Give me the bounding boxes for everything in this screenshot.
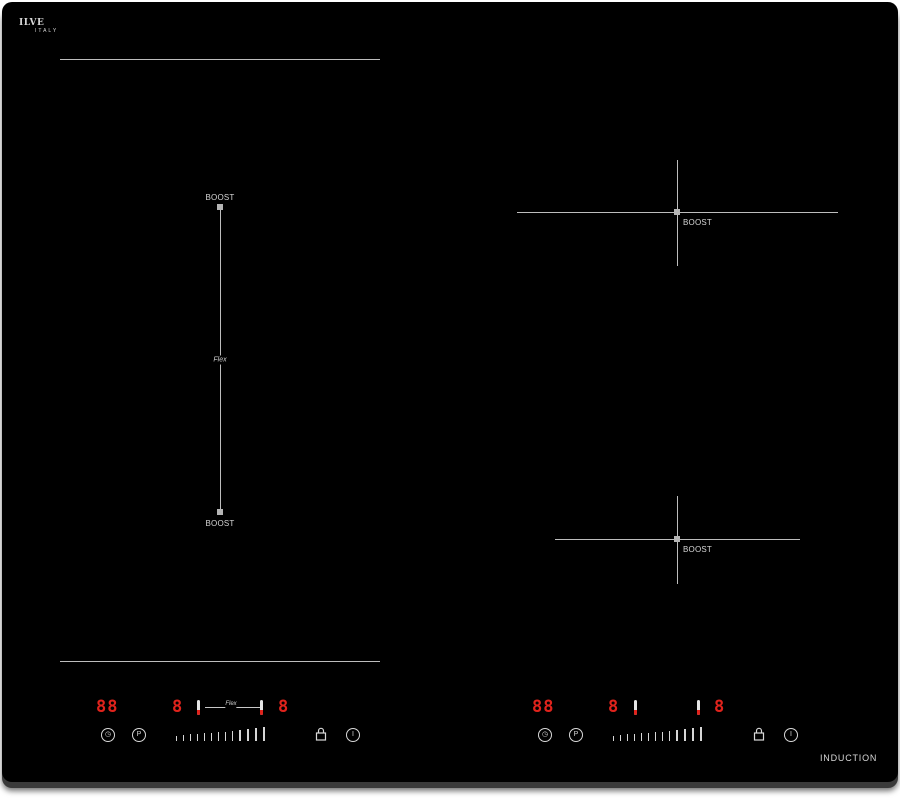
slider-tick <box>190 734 191 741</box>
right-timer-button[interactable]: ◷ <box>538 728 552 742</box>
slider-tick <box>620 735 621 741</box>
slider-tick <box>204 733 205 741</box>
left-timer-button[interactable]: ◷ <box>101 728 115 742</box>
left-zone-b-display: 8 <box>278 697 290 717</box>
left-flex-button[interactable]: Flex <box>225 700 237 708</box>
right-zone-a-display: 8 <box>608 697 620 717</box>
slider-tick <box>700 727 702 741</box>
slider-tick <box>239 730 241 741</box>
flex-zone-top-border <box>60 59 380 60</box>
slider-tick <box>684 729 686 741</box>
slider-tick <box>641 733 642 741</box>
flex-zone-bottom-marker <box>217 509 223 515</box>
cooktop-glass: ILVE ITALY BOOST Flex BOOST BOOST BOOST … <box>2 2 898 782</box>
slider-tick <box>263 727 265 741</box>
slider-tick <box>255 728 257 741</box>
right-power-slider[interactable] <box>613 727 702 741</box>
left-timer-display: 88 <box>96 697 119 717</box>
flex-zone-bottom-border <box>60 661 380 662</box>
slider-tick <box>627 734 628 741</box>
right-pause-button[interactable]: P <box>569 728 583 742</box>
right-bottom-boost-label: BOOST <box>683 545 713 554</box>
slider-tick <box>247 729 249 741</box>
slider-tick <box>692 728 694 741</box>
slider-tick <box>225 732 226 741</box>
flex-zone-flex-label: Flex <box>213 355 227 365</box>
slider-tick <box>655 732 656 741</box>
right-timer-display: 88 <box>532 697 555 717</box>
brand-name: ILVE <box>19 18 45 28</box>
right-power-button[interactable]: I <box>784 728 798 742</box>
left-zone-a-selector[interactable] <box>197 700 200 715</box>
slider-tick <box>232 731 233 741</box>
left-lock-icon[interactable] <box>315 727 327 741</box>
slider-tick <box>662 732 663 741</box>
left-pause-button[interactable]: P <box>132 728 146 742</box>
right-zone-b-display: 8 <box>714 697 726 717</box>
flex-zone-top-boost-label: BOOST <box>205 193 235 202</box>
right-top-zone-marker <box>674 209 680 215</box>
slider-tick <box>176 736 177 741</box>
right-zone-a-selector[interactable] <box>634 700 637 715</box>
slider-tick <box>211 733 212 741</box>
left-zone-b-selector[interactable] <box>260 700 263 715</box>
slider-tick <box>676 730 678 741</box>
slider-tick <box>648 733 649 741</box>
right-lock-icon[interactable] <box>753 727 765 741</box>
slider-tick <box>197 734 198 741</box>
right-zone-b-selector[interactable] <box>697 700 700 715</box>
slider-tick <box>183 735 184 741</box>
slider-tick <box>218 732 219 741</box>
induction-label: INDUCTION <box>820 753 878 763</box>
slider-tick <box>613 736 614 741</box>
slider-tick <box>669 731 670 741</box>
left-power-button[interactable]: I <box>346 728 360 742</box>
flex-zone-bottom-boost-label: BOOST <box>205 519 235 528</box>
right-top-boost-label: BOOST <box>683 218 713 227</box>
brand-logo: ILVE ITALY <box>19 18 59 35</box>
brand-origin: ITALY <box>35 28 59 34</box>
right-bottom-zone-marker <box>674 536 680 542</box>
left-power-slider[interactable] <box>176 727 265 741</box>
left-zone-a-display: 8 <box>172 697 184 717</box>
slider-tick <box>634 734 635 741</box>
